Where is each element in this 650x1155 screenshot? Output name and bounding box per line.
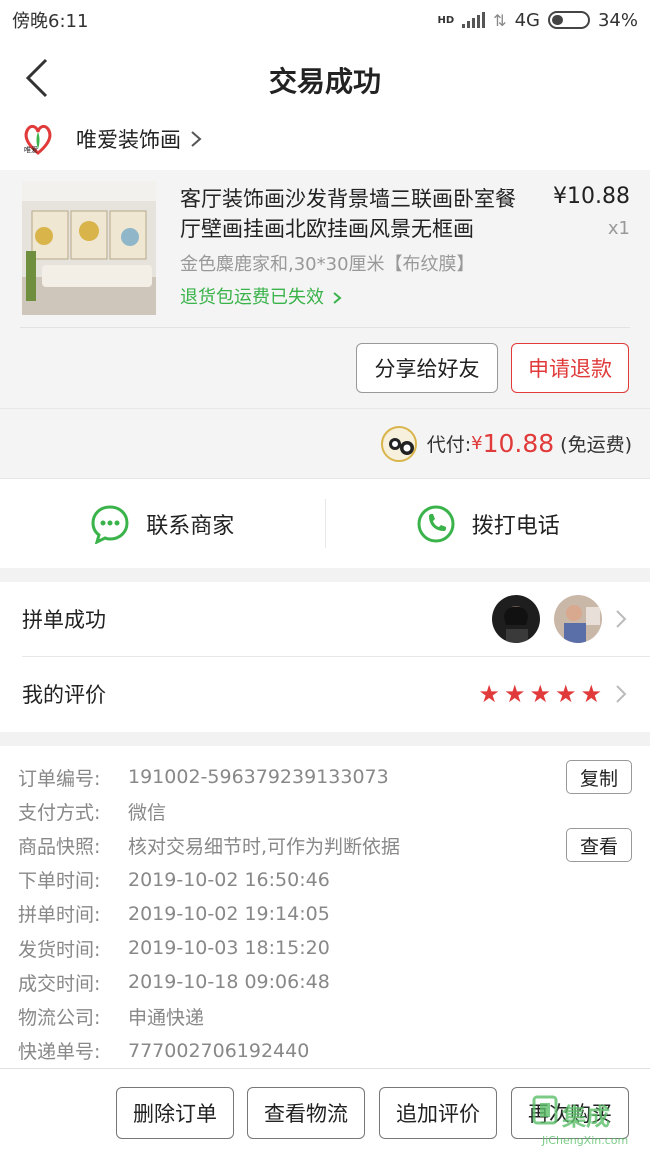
star-icon: ★ bbox=[554, 680, 577, 708]
shop-name: 唯爱装饰画 bbox=[76, 128, 181, 152]
copy-button[interactable]: 复制 bbox=[566, 760, 632, 794]
group-success-row[interactable]: 拼单成功 bbox=[0, 582, 650, 656]
contact-merchant-label: 联系商家 bbox=[146, 513, 235, 539]
insurance-label: 退货包运费已失效 bbox=[180, 287, 324, 308]
order-info-key: 发货时间: bbox=[18, 938, 101, 961]
star-icon: ★ bbox=[580, 680, 602, 708]
refund-button[interactable]: 申请退款 bbox=[511, 343, 629, 393]
status-time: 傍晚6:11 bbox=[12, 11, 89, 32]
order-info-value: 核对交易细节时,可作为判断依据 bbox=[128, 835, 401, 858]
call-phone-button[interactable]: 拨打电话 bbox=[326, 479, 650, 568]
payer-avatar bbox=[380, 425, 417, 462]
signal-icon bbox=[462, 12, 486, 28]
order-info-line: 订单编号: 191002-596379239133073 bbox=[18, 760, 389, 794]
star-icon: ★ bbox=[529, 680, 551, 708]
payment-amount: 10.88 bbox=[482, 429, 555, 458]
order-info: 订单编号: 191002-596379239133073 复制支付方式: 微信商品快照… bbox=[0, 746, 650, 1068]
order-info-value: 微信 bbox=[128, 801, 167, 824]
payment-label: 代付: bbox=[426, 434, 472, 456]
order-info-key: 物流公司: bbox=[18, 1006, 101, 1029]
star-icon: ★ bbox=[503, 680, 526, 708]
nav-bar: 交易成功 bbox=[0, 40, 650, 118]
status-bar: 傍晚6:11 HD ⇅ 4G 34% bbox=[0, 0, 650, 40]
order-info-value: 2019-10-18 09:06:48 bbox=[128, 971, 330, 994]
order-info-key: 下单时间: bbox=[18, 870, 101, 893]
product-card: 客厅装饰画沙发背景墙三联画卧室餐厅壁画挂画北欧挂画风景无框画 ¥10.88 x1… bbox=[0, 170, 650, 408]
product-quantity: x1 bbox=[607, 218, 630, 239]
divider bbox=[20, 327, 630, 328]
product-price: ¥10.88 bbox=[553, 184, 630, 209]
order-info-line: 支付方式: 微信 bbox=[18, 794, 166, 828]
avatar bbox=[554, 595, 602, 643]
chat-icon bbox=[91, 504, 129, 544]
payment-currency: ¥ bbox=[471, 433, 483, 454]
return-shipping-insurance-link[interactable]: 退货包运费已失效 bbox=[180, 283, 342, 309]
group-success-label: 拼单成功 bbox=[22, 608, 106, 632]
delete-order-button[interactable]: 删除订单 bbox=[116, 1087, 234, 1139]
order-info-value: 2019-10-03 18:15:20 bbox=[128, 937, 330, 959]
call-phone-label: 拨打电话 bbox=[471, 513, 560, 539]
group-card: 拼单成功 我的评价 ★ ★ ★ ★ ★ bbox=[0, 582, 650, 732]
contact-merchant-button[interactable]: 联系商家 bbox=[0, 479, 325, 568]
battery-icon bbox=[547, 11, 590, 29]
order-info-key: 商品快照: bbox=[18, 835, 101, 858]
view-snapshot-button[interactable]: 查看 bbox=[566, 828, 632, 863]
order-info-key: 支付方式: bbox=[18, 801, 101, 824]
order-info-line: 物流公司: 申通快递 bbox=[18, 999, 204, 1033]
order-info-line: 快递单号: 777002706192440 bbox=[18, 1034, 309, 1068]
my-review-label: 我的评价 bbox=[22, 683, 106, 707]
battery-label: 34% bbox=[597, 9, 638, 31]
status-icons: HD ⇅ 4G 34% bbox=[438, 10, 639, 31]
order-info-value: 2019-10-02 19:14:05 bbox=[128, 902, 330, 925]
chevron-right-icon bbox=[616, 610, 627, 628]
product-thumbnail[interactable] bbox=[22, 181, 156, 315]
order-info-value: 申通快递 bbox=[128, 1006, 205, 1029]
order-info-value: 2019-10-02 16:50:46 bbox=[128, 868, 330, 891]
shop-link[interactable]: 唯爱 唯爱装饰画 bbox=[0, 108, 650, 170]
product-spec: 金色麋鹿家和,30*30厘米【布纹膜】 bbox=[180, 254, 475, 275]
order-info-line: 商品快照: 核对交易细节时,可作为判断依据 bbox=[18, 828, 400, 862]
hd-label: HD bbox=[437, 14, 455, 26]
order-info-line: 成交时间: 2019-10-18 09:06:48 bbox=[18, 965, 330, 999]
chevron-right-icon bbox=[616, 685, 627, 703]
star-icon: ★ bbox=[478, 680, 500, 708]
order-info-key: 拼单时间: bbox=[18, 904, 101, 927]
rating-stars: ★ ★ ★ ★ ★ bbox=[478, 680, 602, 708]
avatar bbox=[492, 595, 540, 643]
product-title[interactable]: 客厅装饰画沙发背景墙三联画卧室餐厅壁画挂画北欧挂画风景无框画 bbox=[180, 184, 528, 244]
order-info-value: 191002-596379239133073 bbox=[128, 766, 389, 788]
chevron-right-icon bbox=[191, 131, 202, 147]
order-info-key: 订单编号: bbox=[18, 767, 101, 790]
bottom-action-bar: 删除订单 查看物流 追加评价 再次购买 集成 JiChengXin.com bbox=[0, 1068, 650, 1155]
chevron-right-icon bbox=[333, 292, 342, 304]
payment-row: 代付: ¥ 10.88 (免运费) bbox=[0, 408, 650, 478]
order-info-key: 快递单号: bbox=[18, 1041, 101, 1064]
shipping-note: (免运费) bbox=[560, 434, 632, 456]
network-label: 4G bbox=[514, 9, 540, 31]
shop-logo: 唯爱 bbox=[22, 123, 54, 155]
order-info-line: 拼单时间: 2019-10-02 19:14:05 bbox=[18, 897, 330, 931]
watermark: 集成 JiChengXin.com bbox=[532, 1095, 644, 1147]
phone-icon bbox=[417, 505, 455, 542]
order-info-line: 发货时间: 2019-10-03 18:15:20 bbox=[18, 931, 330, 965]
my-review-row[interactable]: 我的评价 ★ ★ ★ ★ ★ bbox=[0, 657, 650, 731]
data-arrows-icon: ⇅ bbox=[493, 10, 507, 30]
page-title: 交易成功 bbox=[268, 65, 381, 98]
share-button[interactable]: 分享给好友 bbox=[356, 343, 498, 393]
view-logistics-button[interactable]: 查看物流 bbox=[247, 1087, 365, 1139]
contact-bar: 联系商家 拨打电话 bbox=[0, 478, 650, 568]
order-info-line: 下单时间: 2019-10-02 16:50:46 bbox=[18, 863, 330, 897]
add-review-button[interactable]: 追加评价 bbox=[379, 1087, 497, 1139]
order-info-key: 成交时间: bbox=[18, 972, 101, 995]
order-info-value: 777002706192440 bbox=[128, 1039, 310, 1062]
